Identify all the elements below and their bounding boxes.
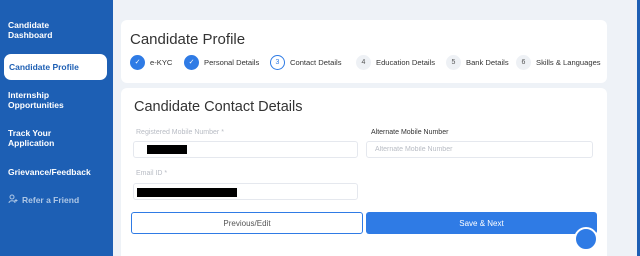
step-number: 3 [270,54,285,70]
alt-mobile-label: Alternate Mobile Number [371,129,449,136]
step-skills-languages[interactable]: 6 Skills & Languages [516,53,601,71]
sidebar-item-label: Candidate Dashboard [8,20,53,40]
sidebar-item-refer-a-friend[interactable]: Refer a Friend [0,194,113,206]
check-icon: ✓ [184,54,199,70]
alt-mobile-field[interactable] [366,141,593,158]
redacted-value [137,188,237,197]
step-number: 6 [516,54,531,70]
step-personal-details[interactable]: ✓ Personal Details [184,53,259,71]
step-label: Bank Details [466,57,509,67]
redacted-value [147,145,187,154]
step-e-kyc[interactable]: ✓ e-KYC [130,53,172,71]
sidebar-item-internship-opportunities[interactable]: Internship Opportunities [0,90,113,110]
sidebar-item-grievance-feedback[interactable]: Grievance/Feedback [0,167,113,177]
sidebar-item-label: Track Your Application [8,128,55,148]
contact-details-card: Candidate Contact Details Registered Mob… [121,88,607,256]
previous-edit-button[interactable]: Previous/Edit [131,212,363,234]
email-label: Email ID * [136,170,168,177]
floating-action-button[interactable] [574,227,598,251]
step-education-details[interactable]: 4 Education Details [356,53,435,71]
step-label: e-KYC [150,57,173,67]
step-label: Skills & Languages [536,57,601,67]
sidebar: Candidate Dashboard Candidate Profile In… [0,0,113,256]
sidebar-item-label: Refer a Friend [22,195,80,205]
step-number: 4 [356,54,371,70]
sidebar-item-candidate-profile[interactable]: Candidate Profile [4,54,107,80]
mobile-field[interactable] [133,141,358,158]
user-plus-icon [8,194,18,206]
sidebar-item-label: Internship Opportunities [8,90,64,110]
sidebar-item-track-application[interactable]: Track Your Application [0,128,113,148]
step-number: 5 [446,54,461,70]
check-icon: ✓ [130,54,145,70]
email-field[interactable] [133,183,358,200]
step-bank-details[interactable]: 5 Bank Details [446,53,509,71]
stepper: ✓ e-KYC ✓ Personal Details 3 Contact Det… [130,53,605,71]
mobile-label: Registered Mobile Number * [136,129,224,136]
sidebar-item-label: Candidate Profile [9,62,79,72]
step-contact-details[interactable]: 3 Contact Details [270,53,342,71]
save-next-button[interactable]: Save & Next [366,212,597,234]
alt-mobile-input[interactable] [375,146,592,153]
step-label: Contact Details [290,57,342,67]
profile-header-card: Candidate Profile ✓ e-KYC ✓ Personal Det… [121,20,607,83]
sidebar-item-candidate-dashboard[interactable]: Candidate Dashboard [0,20,113,40]
step-label: Personal Details [204,57,260,67]
step-label: Education Details [376,57,436,67]
section-title: Candidate Contact Details [134,99,303,115]
sidebar-item-label: Grievance/Feedback [8,167,91,177]
page-title: Candidate Profile [130,31,246,48]
